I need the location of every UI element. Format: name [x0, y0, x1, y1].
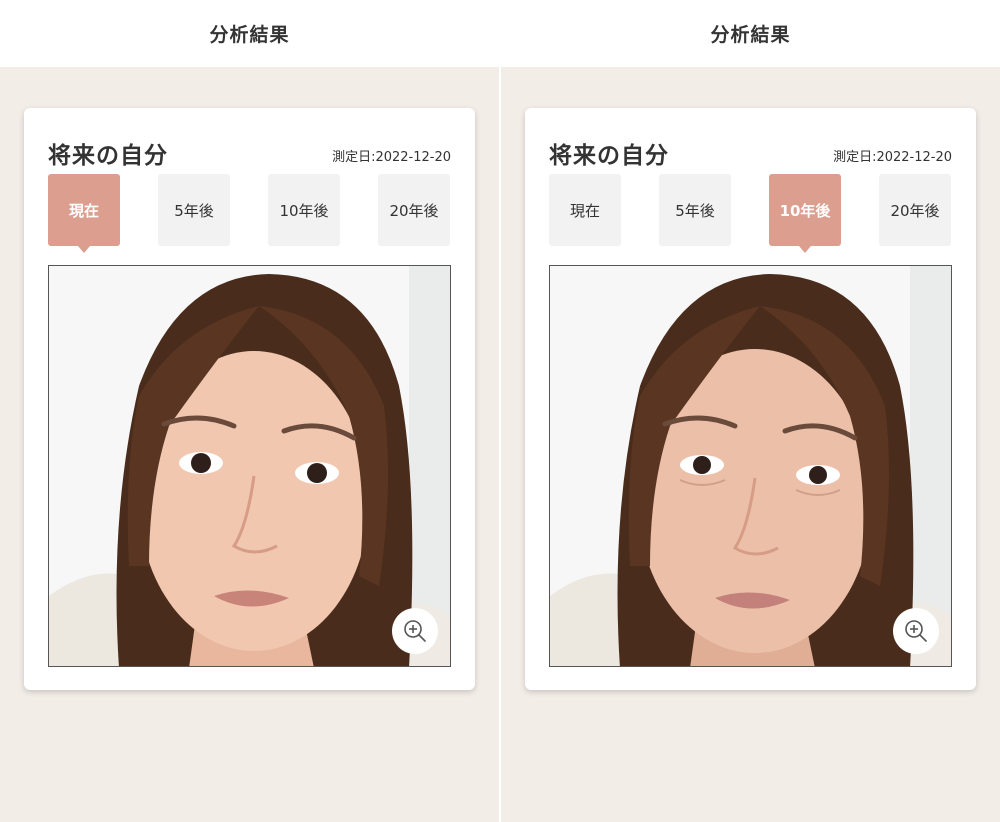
zoom-button[interactable] [392, 608, 438, 654]
zoom-in-icon [905, 620, 927, 642]
measurement-date: 測定日:2022-12-20 [833, 150, 952, 165]
tab-current[interactable]: 現在 [48, 174, 120, 253]
card-title: 将来の自分 [549, 143, 669, 169]
zoom-button[interactable] [893, 608, 939, 654]
tab-10-years[interactable]: 10年後 [769, 174, 841, 253]
page-header: 分析結果 [501, 0, 1000, 67]
screen-10-years: 分析結果 将来の自分 測定日:2022-12-20 現在 5年後 10年後 20… [501, 0, 1000, 822]
face-photo [549, 265, 952, 667]
tab-10-years[interactable]: 10年後 [268, 174, 340, 246]
screen-current: 分析結果 将来の自分 測定日:2022-12-20 現在 5年後 10年後 20… [0, 0, 499, 822]
future-self-card: 将来の自分 測定日:2022-12-20 現在 5年後 10年後 20年後 [24, 108, 475, 690]
tab-current[interactable]: 現在 [549, 174, 621, 246]
page-title: 分析結果 [209, 24, 290, 46]
measurement-date: 測定日:2022-12-20 [332, 150, 451, 165]
period-tabs: 現在 5年後 10年後 20年後 [549, 174, 952, 253]
face-photo-illustration [550, 266, 951, 666]
zoom-in-icon [404, 620, 426, 642]
page-title: 分析結果 [710, 24, 791, 46]
period-tabs: 現在 5年後 10年後 20年後 [48, 174, 451, 253]
tab-5-years[interactable]: 5年後 [158, 174, 230, 246]
face-photo [48, 265, 451, 667]
future-self-card: 将来の自分 測定日:2022-12-20 現在 5年後 10年後 20年後 [525, 108, 976, 690]
tab-20-years[interactable]: 20年後 [378, 174, 450, 246]
tab-20-years[interactable]: 20年後 [879, 174, 951, 246]
card-title: 将来の自分 [48, 143, 168, 169]
tab-5-years[interactable]: 5年後 [659, 174, 731, 246]
page-header: 分析結果 [0, 0, 499, 67]
face-photo-illustration [49, 266, 450, 666]
